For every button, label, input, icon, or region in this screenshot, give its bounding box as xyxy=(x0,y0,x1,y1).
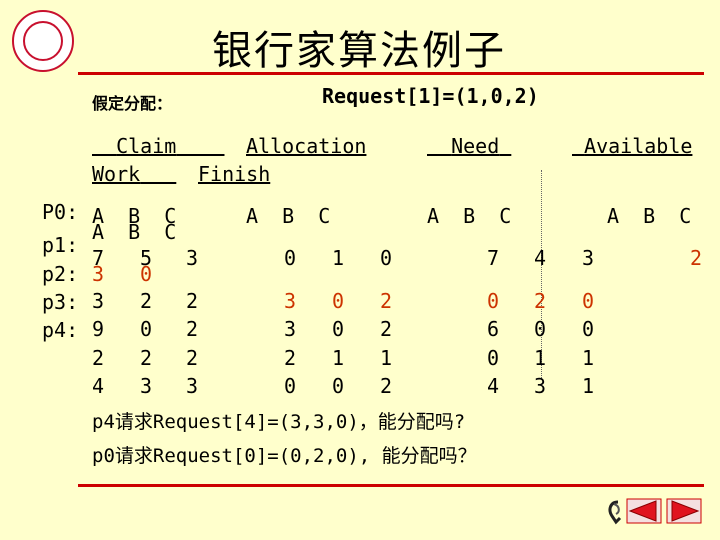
claim-header: Claim xyxy=(116,134,177,158)
need-cell: 7 xyxy=(487,246,500,270)
need-cell: 3 xyxy=(534,374,547,398)
allocation-cell: 0 xyxy=(332,289,345,313)
allocation-cell: 0 xyxy=(380,246,393,270)
claim-cell: 3 xyxy=(140,374,153,398)
claim-cell: 4 xyxy=(92,374,105,398)
question-p0: p0请求Request[0]=(0,2,0), 能分配吗？ xyxy=(92,445,477,467)
return-icon[interactable] xyxy=(604,498,628,526)
available-value: 2 xyxy=(690,246,703,270)
need-cell: 0 xyxy=(582,289,595,313)
need-cell: 0 xyxy=(487,346,500,370)
bottom-divider xyxy=(78,484,704,487)
claim-cell: 3 xyxy=(92,289,105,313)
allocation-cell: 0 xyxy=(332,317,345,341)
claim-cell: 0 xyxy=(140,317,153,341)
process-label: p2: xyxy=(42,262,79,286)
process-label: p3: xyxy=(42,290,79,314)
finish-header: Finish xyxy=(198,162,271,186)
need-header: Need xyxy=(451,134,500,158)
allocation-cell: 1 xyxy=(332,346,345,370)
process-label: P0: xyxy=(42,200,79,224)
need-cell: 1 xyxy=(582,346,595,370)
allocation-cell: 3 xyxy=(284,289,297,313)
need-cell: 0 xyxy=(487,289,500,313)
available-abc: A B C xyxy=(607,204,692,228)
claim-cell: 2 xyxy=(186,346,199,370)
top-divider xyxy=(78,72,704,75)
prev-icon[interactable] xyxy=(626,498,662,524)
claim-cell: 2 xyxy=(186,289,199,313)
allocation-cell: 1 xyxy=(332,246,345,270)
allocation-cell: 3 xyxy=(284,317,297,341)
need-cell: 2 xyxy=(534,289,547,313)
claim-cell: 0 xyxy=(140,262,153,286)
allocation-cell: 2 xyxy=(380,374,393,398)
request-text: Request[1]=(1,0,2) xyxy=(322,84,539,108)
need-cell: 3 xyxy=(582,246,595,270)
allocation-cell: 0 xyxy=(332,374,345,398)
next-icon[interactable] xyxy=(666,498,702,524)
need-cell: 0 xyxy=(582,317,595,341)
need-cell: 1 xyxy=(534,346,547,370)
need-cell: 4 xyxy=(534,246,547,270)
claim-cell: 9 xyxy=(92,317,105,341)
available-header: Available xyxy=(584,134,693,158)
page-title: 银行家算法例子 xyxy=(212,28,506,74)
claim-cell: 2 xyxy=(92,346,105,370)
claim-cell: 2 xyxy=(140,289,153,313)
university-logo xyxy=(12,10,74,72)
allocation-cell: 2 xyxy=(284,346,297,370)
allocation-header: Allocation xyxy=(246,134,367,158)
question-p4: p4请求Request[4]=(3,3,0)，能分配吗? xyxy=(92,411,466,433)
process-label: p4: xyxy=(42,318,79,342)
allocation-cell: 2 xyxy=(380,289,393,313)
need-cell: 6 xyxy=(487,317,500,341)
claim-cell: 2 xyxy=(140,346,153,370)
need-abc: A B C xyxy=(427,204,512,228)
allocation-cell: 1 xyxy=(380,346,393,370)
claim-abc-2: A B C xyxy=(92,220,177,244)
claim-cell: 2 xyxy=(186,317,199,341)
need-cell: 0 xyxy=(534,317,547,341)
need-cell: 1 xyxy=(582,374,595,398)
process-label: p1: xyxy=(42,233,79,257)
need-cell: 4 xyxy=(487,374,500,398)
claim-cell: 3 xyxy=(92,262,105,286)
subtitle: 假定分配： xyxy=(92,94,173,113)
allocation-abc: A B C xyxy=(246,204,331,228)
allocation-cell: 0 xyxy=(284,374,297,398)
work-header: Work xyxy=(92,162,141,186)
allocation-cell: 2 xyxy=(380,317,393,341)
claim-cell: 3 xyxy=(186,246,199,270)
allocation-cell: 0 xyxy=(284,246,297,270)
claim-cell: 3 xyxy=(186,374,199,398)
